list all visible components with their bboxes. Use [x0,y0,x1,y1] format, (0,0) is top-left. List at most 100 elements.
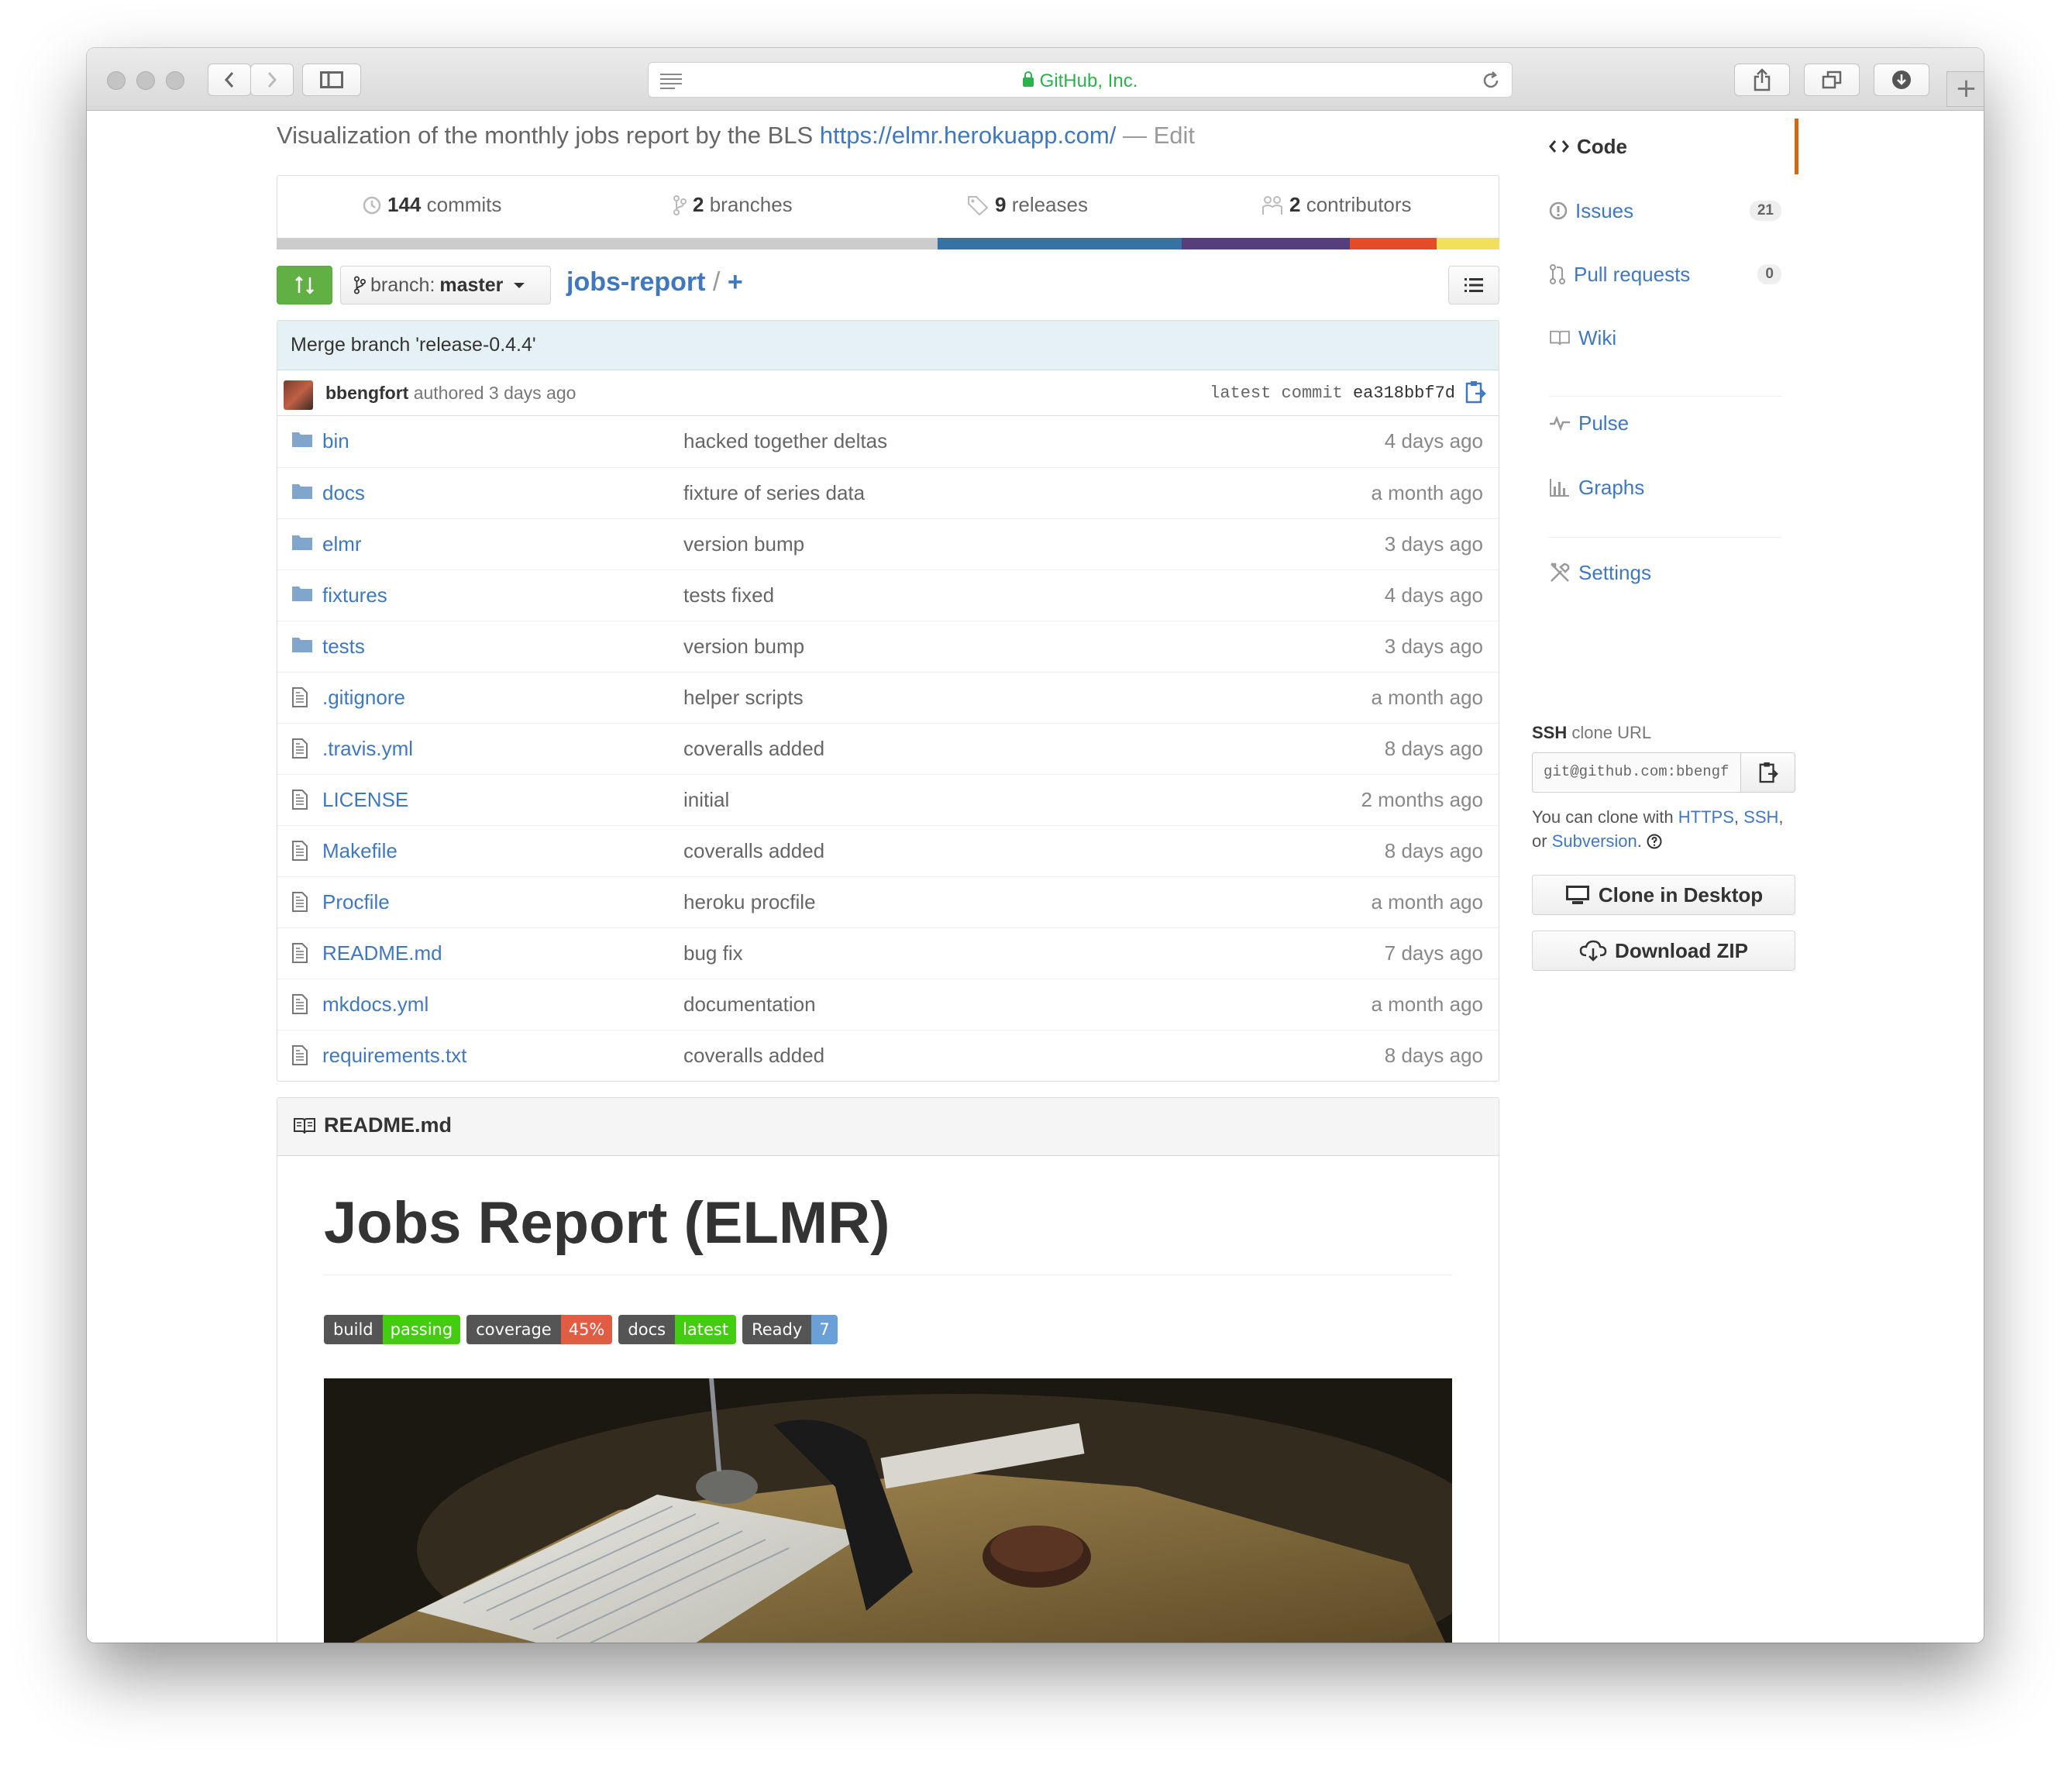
nav-settings[interactable]: Settings [1532,545,1798,600]
file-row: requirements.txt coveralls added 8 days ag… [277,1030,1499,1081]
file-commit-message[interactable]: version bump [683,532,804,556]
file-name-link[interactable]: tests [322,635,365,659]
language-segment[interactable] [1350,238,1437,249]
https-clone-link[interactable]: HTTPS [1678,807,1734,827]
ssh-clone-link[interactable]: SSH [1743,807,1778,827]
releases-link[interactable]: 9 releases [967,193,1088,217]
file-commit-message[interactable]: version bump [683,635,804,659]
sidebar-toggle-button[interactable] [302,64,361,96]
language-segment[interactable] [277,238,938,249]
file-commit-message[interactable]: coveralls added [683,1044,824,1068]
address-bar[interactable]: GitHub, Inc. [648,62,1513,98]
clone-url-input[interactable] [1533,753,1740,790]
file-type-icon [291,738,308,765]
file-name-link[interactable]: LICENSE [322,788,408,812]
nav-code[interactable]: Code [1532,119,1798,174]
nav-label: Issues [1575,198,1634,222]
nav-pull-requests[interactable]: Pull requests 0 [1532,246,1798,302]
branches-count: 2 [693,193,704,216]
nav-wiki[interactable]: Wiki [1532,310,1798,366]
share-icon [1754,68,1771,91]
file-commit-message[interactable]: heroku procfile [683,890,816,914]
file-age: 3 days ago [1384,635,1483,658]
file-commit-message[interactable]: hacked together deltas [683,429,887,453]
tag-icon [968,195,989,215]
badge[interactable]: build passing [324,1315,461,1344]
file-commit-message[interactable]: tests fixed [683,583,774,607]
homepage-link[interactable]: https://elmr.herokuapp.com/ [820,122,1117,149]
language-segment[interactable] [938,238,1182,249]
badge[interactable]: coverage 45% [466,1315,613,1344]
sha-label: latest commit [1210,384,1343,403]
question-icon[interactable] [1647,834,1662,849]
file-commit-message[interactable]: initial [683,788,729,812]
downloads-button[interactable] [1874,64,1929,96]
file-name-link[interactable]: mkdocs.yml [322,993,429,1017]
file-icon [292,738,308,759]
authored-time: authored 3 days ago [413,383,577,403]
browser-window: GitHub, Inc. + Visualization of the mont… [87,48,1984,1643]
reload-icon[interactable] [1481,71,1501,91]
file-name-link[interactable]: bin [322,429,349,453]
file-name-link[interactable]: .gitignore [322,686,405,710]
nav-graphs[interactable]: Graphs [1532,459,1798,515]
branch-select[interactable]: branch: master [340,266,551,304]
file-name-link[interactable]: Makefile [322,839,398,863]
branches-label: branches [709,193,793,216]
badge[interactable]: Ready 7 [742,1315,838,1344]
site-title: GitHub, Inc. [1039,71,1138,91]
new-tab-button[interactable]: + [1946,71,1984,107]
forward-button[interactable] [250,64,294,96]
commits-link[interactable]: 144 commits [363,193,501,217]
file-commit-message[interactable]: bug fix [683,941,743,965]
back-button[interactable] [208,64,251,96]
file-commit-message[interactable]: helper scripts [683,686,804,710]
file-name-link[interactable]: fixtures [322,583,387,607]
avatar[interactable] [284,380,313,410]
download-zip-button[interactable]: Download ZIP [1532,931,1795,971]
clipboard-icon[interactable] [1465,380,1486,404]
tabs-overview-button[interactable] [1804,64,1860,96]
language-segment[interactable] [1182,238,1350,249]
file-name-link[interactable]: elmr [322,532,362,556]
file-name-link[interactable]: .travis.yml [322,737,413,761]
close-window-button[interactable] [107,71,126,90]
badge[interactable]: docs latest [618,1315,737,1344]
file-commit-message[interactable]: documentation [683,993,816,1017]
minimize-window-button[interactable] [136,71,155,90]
copy-clone-url-button[interactable] [1740,753,1795,792]
contributors-link[interactable]: 2 contributors [1261,193,1412,217]
edit-description-link[interactable]: — Edit [1123,122,1195,149]
description-text: Visualization of the monthly jobs report… [277,122,814,149]
sha-link[interactable]: ea318bbf7d [1353,384,1455,403]
file-name-link[interactable]: requirements.txt [322,1044,466,1068]
graph-icon [1550,479,1569,497]
branches-link[interactable]: 2 branches [673,193,793,217]
commit-message[interactable]: Merge branch 'release-0.4.4' [277,321,1499,370]
new-file-button[interactable]: + [728,267,743,297]
file-name-link[interactable]: Procfile [322,890,390,914]
file-commit-message[interactable]: coveralls added [683,737,824,761]
file-row: Procfile heroku procfile a month ago [277,876,1499,927]
zoom-window-button[interactable] [166,71,184,90]
file-age: 4 days ago [1384,429,1483,452]
language-bar[interactable] [277,238,1499,249]
subversion-clone-link[interactable]: Subversion [1552,831,1637,851]
toggle-file-list-button[interactable] [1448,266,1499,304]
share-button[interactable] [1734,64,1790,96]
file-commit-message[interactable]: coveralls added [683,839,824,863]
nav-label: Pull requests [1574,262,1691,286]
contributors-count: 2 [1289,193,1301,216]
nav-pulse[interactable]: Pulse [1532,395,1798,451]
repo-root-link[interactable]: jobs-report [566,267,705,297]
file-commit-message[interactable]: fixture of series data [683,481,865,505]
compare-button[interactable] [277,266,332,304]
file-type-icon [291,789,308,816]
file-age: 4 days ago [1384,583,1483,607]
file-name-link[interactable]: docs [322,481,365,505]
nav-issues[interactable]: Issues 21 [1532,183,1798,239]
author-link[interactable]: bbengfort [325,383,408,403]
clone-in-desktop-button[interactable]: Clone in Desktop [1532,875,1795,915]
file-name-link[interactable]: README.md [322,941,442,965]
language-segment[interactable] [1437,238,1499,249]
